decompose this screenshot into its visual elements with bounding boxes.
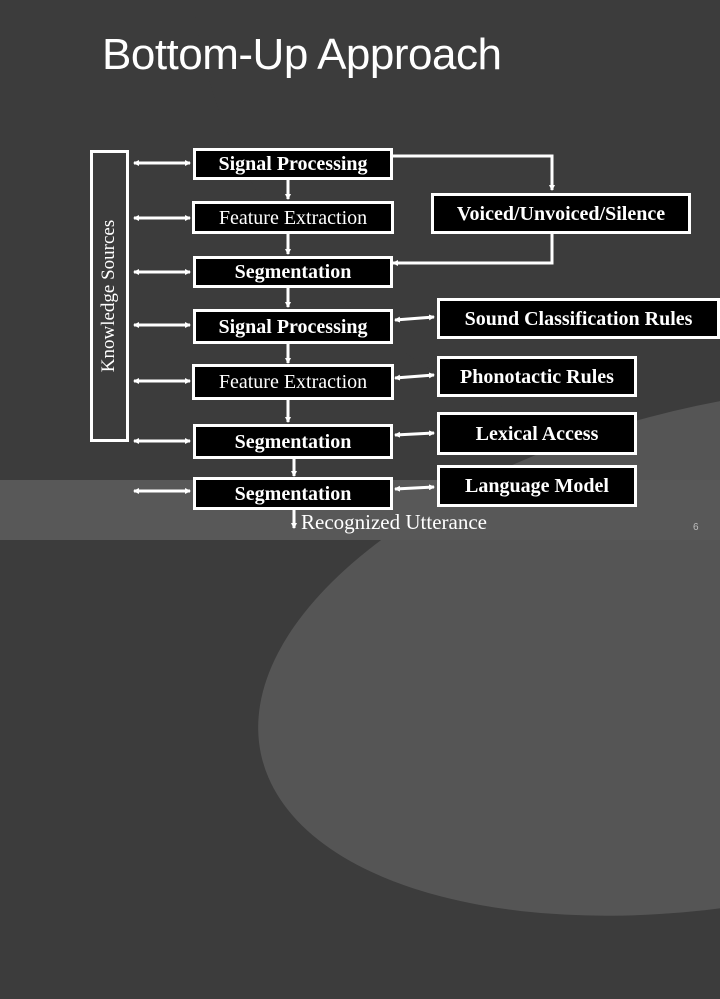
page-number: 6 — [693, 522, 699, 533]
pipeline-box-signal-processing-2: Signal Processing — [193, 309, 393, 344]
side-box-language-model: Language Model — [437, 465, 637, 507]
pipeline-box-label: Signal Processing — [218, 315, 368, 338]
rule-link-2 — [394, 372, 435, 381]
rule-link-1 — [394, 314, 435, 323]
pipeline-box-segmentation-2: Segmentation — [193, 424, 393, 459]
pipeline-box-label: Segmentation — [234, 430, 352, 453]
side-box-label: Lexical Access — [475, 422, 599, 445]
pipeline-box-label: Segmentation — [234, 261, 352, 283]
sp-to-vus — [392, 154, 555, 191]
pipeline-box-signal-processing-1: Signal Processing — [193, 148, 393, 180]
output-label: Recognized Utterance — [301, 510, 487, 534]
vus-to-seg — [392, 233, 554, 266]
pipeline-box-label: Feature Extraction — [218, 206, 368, 229]
pipeline-box-label: Signal Processing — [218, 153, 368, 175]
rule-link-4 — [394, 484, 435, 492]
side-box-lexical-access: Lexical Access — [437, 412, 637, 455]
side-box-label: Sound Classification Rules — [464, 307, 693, 330]
side-box-label: Language Model — [465, 475, 609, 497]
pipeline-box-label: Feature Extraction — [218, 371, 368, 393]
side-box-voiced-unvoiced-silence: Voiced/Unvoiced/Silence — [431, 193, 691, 234]
pipeline-box-segmentation-3: Segmentation — [193, 477, 393, 510]
side-box-phonotactic-rules: Phonotactic Rules — [437, 356, 637, 397]
side-box-label: Voiced/Unvoiced/Silence — [456, 202, 666, 225]
pipeline-box-segmentation-1: Segmentation — [193, 256, 393, 288]
side-box-label: Phonotactic Rules — [460, 365, 614, 388]
pipeline-box-feature-extraction-1: Feature Extraction — [192, 201, 394, 234]
pipeline-box-feature-extraction-2: Feature Extraction — [192, 364, 394, 400]
pipeline-box-label: Segmentation — [234, 482, 352, 505]
side-box-sound-classification-rules: Sound Classification Rules — [437, 298, 720, 339]
rule-link-3 — [394, 430, 435, 438]
